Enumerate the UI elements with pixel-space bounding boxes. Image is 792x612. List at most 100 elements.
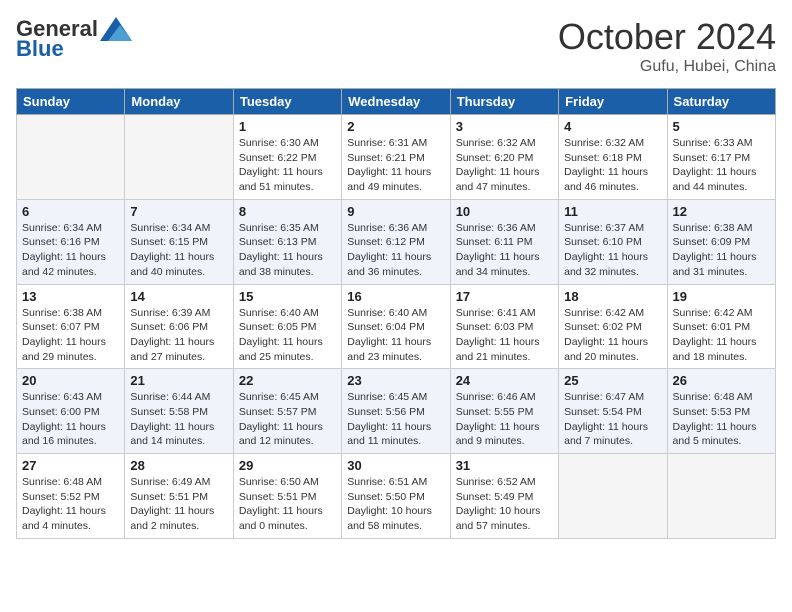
- day-info: Sunrise: 6:45 AM Sunset: 5:56 PM Dayligh…: [347, 390, 444, 449]
- column-header-thursday: Thursday: [450, 89, 558, 115]
- day-info: Sunrise: 6:52 AM Sunset: 5:49 PM Dayligh…: [456, 475, 553, 534]
- day-number: 27: [22, 458, 119, 473]
- calendar-cell: 10 Sunrise: 6:36 AM Sunset: 6:11 PM Dayli…: [450, 199, 558, 284]
- column-header-saturday: Saturday: [667, 89, 775, 115]
- calendar-cell: 21 Sunrise: 6:44 AM Sunset: 5:58 PM Dayli…: [125, 369, 233, 454]
- day-info: Sunrise: 6:46 AM Sunset: 5:55 PM Dayligh…: [456, 390, 553, 449]
- day-info: Sunrise: 6:36 AM Sunset: 6:11 PM Dayligh…: [456, 221, 553, 280]
- calendar-cell: 25 Sunrise: 6:47 AM Sunset: 5:54 PM Dayli…: [559, 369, 667, 454]
- calendar-cell: 7 Sunrise: 6:34 AM Sunset: 6:15 PM Daylig…: [125, 199, 233, 284]
- calendar-cell: 26Sunrise: 6:48 AM Sunset: 5:53 PM Dayli…: [667, 369, 775, 454]
- page-header: General Blue October 2024 Gufu, Hubei, C…: [16, 16, 776, 76]
- day-number: 5: [673, 119, 770, 134]
- calendar-cell: 6Sunrise: 6:34 AM Sunset: 6:16 PM Daylig…: [17, 199, 125, 284]
- calendar-cell: 29 Sunrise: 6:50 AM Sunset: 5:51 PM Dayli…: [233, 454, 341, 539]
- day-info: Sunrise: 6:47 AM Sunset: 5:54 PM Dayligh…: [564, 390, 661, 449]
- calendar-week-2: 6Sunrise: 6:34 AM Sunset: 6:16 PM Daylig…: [17, 199, 776, 284]
- calendar-cell: 20 Sunrise: 6:43 AM Sunset: 6:00 PM Dayli…: [17, 369, 125, 454]
- day-info: Sunrise: 6:43 AM Sunset: 6:00 PM Dayligh…: [22, 390, 119, 449]
- day-info: Sunrise: 6:30 AM Sunset: 6:22 PM Dayligh…: [239, 136, 336, 195]
- column-header-sunday: Sunday: [17, 89, 125, 115]
- day-info: Sunrise: 6:36 AM Sunset: 6:12 PM Dayligh…: [347, 221, 444, 280]
- day-info: Sunrise: 6:32 AM Sunset: 6:20 PM Dayligh…: [456, 136, 553, 195]
- logo-icon: [100, 17, 132, 41]
- day-number: 24: [456, 373, 553, 388]
- calendar-table: SundayMondayTuesdayWednesdayThursdayFrid…: [16, 88, 776, 539]
- day-number: 29: [239, 458, 336, 473]
- day-number: 2: [347, 119, 444, 134]
- location-title: Gufu, Hubei, China: [558, 58, 776, 76]
- calendar-cell: 8 Sunrise: 6:35 AM Sunset: 6:13 PM Daylig…: [233, 199, 341, 284]
- calendar-cell: [667, 454, 775, 539]
- column-header-friday: Friday: [559, 89, 667, 115]
- day-number: 21: [130, 373, 227, 388]
- day-number: 7: [130, 204, 227, 219]
- calendar-cell: 18 Sunrise: 6:42 AM Sunset: 6:02 PM Dayli…: [559, 284, 667, 369]
- day-info: Sunrise: 6:31 AM Sunset: 6:21 PM Dayligh…: [347, 136, 444, 195]
- day-info: Sunrise: 6:33 AM Sunset: 6:17 PM Dayligh…: [673, 136, 770, 195]
- day-number: 30: [347, 458, 444, 473]
- day-info: Sunrise: 6:40 AM Sunset: 6:05 PM Dayligh…: [239, 306, 336, 365]
- calendar-header-row: SundayMondayTuesdayWednesdayThursdayFrid…: [17, 89, 776, 115]
- calendar-cell: 4Sunrise: 6:32 AM Sunset: 6:18 PM Daylig…: [559, 115, 667, 200]
- day-number: 8: [239, 204, 336, 219]
- calendar-cell: 13Sunrise: 6:38 AM Sunset: 6:07 PM Dayli…: [17, 284, 125, 369]
- calendar-cell: 3 Sunrise: 6:32 AM Sunset: 6:20 PM Daylig…: [450, 115, 558, 200]
- day-number: 10: [456, 204, 553, 219]
- day-number: 4: [564, 119, 661, 134]
- calendar-cell: 11 Sunrise: 6:37 AM Sunset: 6:10 PM Dayli…: [559, 199, 667, 284]
- day-number: 26: [673, 373, 770, 388]
- day-number: 16: [347, 289, 444, 304]
- day-info: Sunrise: 6:48 AM Sunset: 5:52 PM Dayligh…: [22, 475, 119, 534]
- day-info: Sunrise: 6:49 AM Sunset: 5:51 PM Dayligh…: [130, 475, 227, 534]
- calendar-cell: 16 Sunrise: 6:40 AM Sunset: 6:04 PM Dayli…: [342, 284, 450, 369]
- calendar-cell: 30 Sunrise: 6:51 AM Sunset: 5:50 PM Dayli…: [342, 454, 450, 539]
- day-info: Sunrise: 6:51 AM Sunset: 5:50 PM Dayligh…: [347, 475, 444, 534]
- calendar-week-4: 20 Sunrise: 6:43 AM Sunset: 6:00 PM Dayli…: [17, 369, 776, 454]
- day-number: 9: [347, 204, 444, 219]
- calendar-cell: 12Sunrise: 6:38 AM Sunset: 6:09 PM Dayli…: [667, 199, 775, 284]
- day-number: 28: [130, 458, 227, 473]
- day-info: Sunrise: 6:35 AM Sunset: 6:13 PM Dayligh…: [239, 221, 336, 280]
- calendar-cell: 22Sunrise: 6:45 AM Sunset: 5:57 PM Dayli…: [233, 369, 341, 454]
- logo-blue-text: Blue: [16, 36, 64, 62]
- calendar-cell: [125, 115, 233, 200]
- day-number: 23: [347, 373, 444, 388]
- day-info: Sunrise: 6:44 AM Sunset: 5:58 PM Dayligh…: [130, 390, 227, 449]
- calendar-cell: 31 Sunrise: 6:52 AM Sunset: 5:49 PM Dayli…: [450, 454, 558, 539]
- day-number: 1: [239, 119, 336, 134]
- day-number: 3: [456, 119, 553, 134]
- day-number: 22: [239, 373, 336, 388]
- day-info: Sunrise: 6:38 AM Sunset: 6:07 PM Dayligh…: [22, 306, 119, 365]
- logo: General Blue: [16, 16, 132, 62]
- day-info: Sunrise: 6:39 AM Sunset: 6:06 PM Dayligh…: [130, 306, 227, 365]
- day-number: 19: [673, 289, 770, 304]
- calendar-cell: 2 Sunrise: 6:31 AM Sunset: 6:21 PM Daylig…: [342, 115, 450, 200]
- calendar-cell: 24 Sunrise: 6:46 AM Sunset: 5:55 PM Dayli…: [450, 369, 558, 454]
- day-info: Sunrise: 6:40 AM Sunset: 6:04 PM Dayligh…: [347, 306, 444, 365]
- day-number: 15: [239, 289, 336, 304]
- day-number: 20: [22, 373, 119, 388]
- day-info: Sunrise: 6:50 AM Sunset: 5:51 PM Dayligh…: [239, 475, 336, 534]
- column-header-wednesday: Wednesday: [342, 89, 450, 115]
- column-header-tuesday: Tuesday: [233, 89, 341, 115]
- day-number: 11: [564, 204, 661, 219]
- day-number: 17: [456, 289, 553, 304]
- day-number: 31: [456, 458, 553, 473]
- calendar-cell: 1 Sunrise: 6:30 AM Sunset: 6:22 PM Daylig…: [233, 115, 341, 200]
- calendar-cell: 17 Sunrise: 6:41 AM Sunset: 6:03 PM Dayli…: [450, 284, 558, 369]
- calendar-cell: [17, 115, 125, 200]
- day-info: Sunrise: 6:42 AM Sunset: 6:02 PM Dayligh…: [564, 306, 661, 365]
- title-block: October 2024 Gufu, Hubei, China: [558, 16, 776, 76]
- day-info: Sunrise: 6:34 AM Sunset: 6:15 PM Dayligh…: [130, 221, 227, 280]
- calendar-cell: 14Sunrise: 6:39 AM Sunset: 6:06 PM Dayli…: [125, 284, 233, 369]
- day-number: 25: [564, 373, 661, 388]
- day-info: Sunrise: 6:34 AM Sunset: 6:16 PM Dayligh…: [22, 221, 119, 280]
- day-info: Sunrise: 6:37 AM Sunset: 6:10 PM Dayligh…: [564, 221, 661, 280]
- calendar-cell: 19 Sunrise: 6:42 AM Sunset: 6:01 PM Dayli…: [667, 284, 775, 369]
- day-number: 18: [564, 289, 661, 304]
- day-number: 12: [673, 204, 770, 219]
- day-info: Sunrise: 6:42 AM Sunset: 6:01 PM Dayligh…: [673, 306, 770, 365]
- calendar-week-3: 13Sunrise: 6:38 AM Sunset: 6:07 PM Dayli…: [17, 284, 776, 369]
- day-info: Sunrise: 6:41 AM Sunset: 6:03 PM Dayligh…: [456, 306, 553, 365]
